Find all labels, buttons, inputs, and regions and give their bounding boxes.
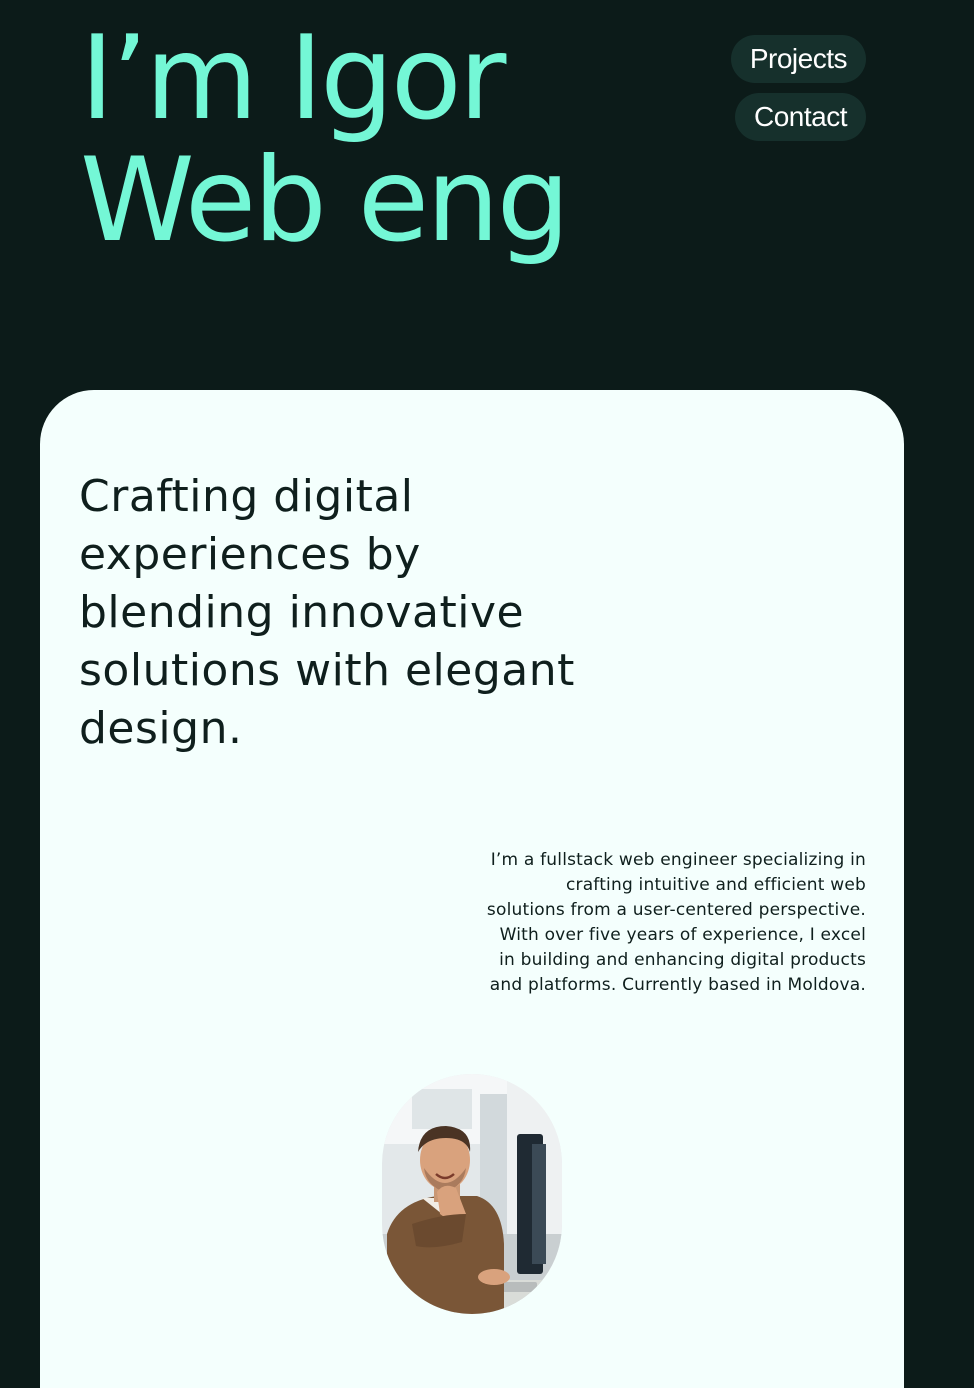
main-nav: Projects Contact <box>730 35 866 141</box>
contact-link[interactable]: Contact <box>735 93 866 141</box>
about-card: Crafting digital experiences by blending… <box>40 390 904 1388</box>
hero-title: I’m Igor Web eng <box>80 11 570 268</box>
hero-title-line-1: I’m Igor <box>80 11 506 146</box>
tagline: Crafting digital experiences by blending… <box>79 471 575 754</box>
hero-title-line-2: Web eng <box>80 133 570 268</box>
portrait-photo <box>382 1074 562 1314</box>
bio-text: I’m a fullstack web engineer specializin… <box>486 850 866 995</box>
projects-link[interactable]: Projects <box>730 35 866 83</box>
